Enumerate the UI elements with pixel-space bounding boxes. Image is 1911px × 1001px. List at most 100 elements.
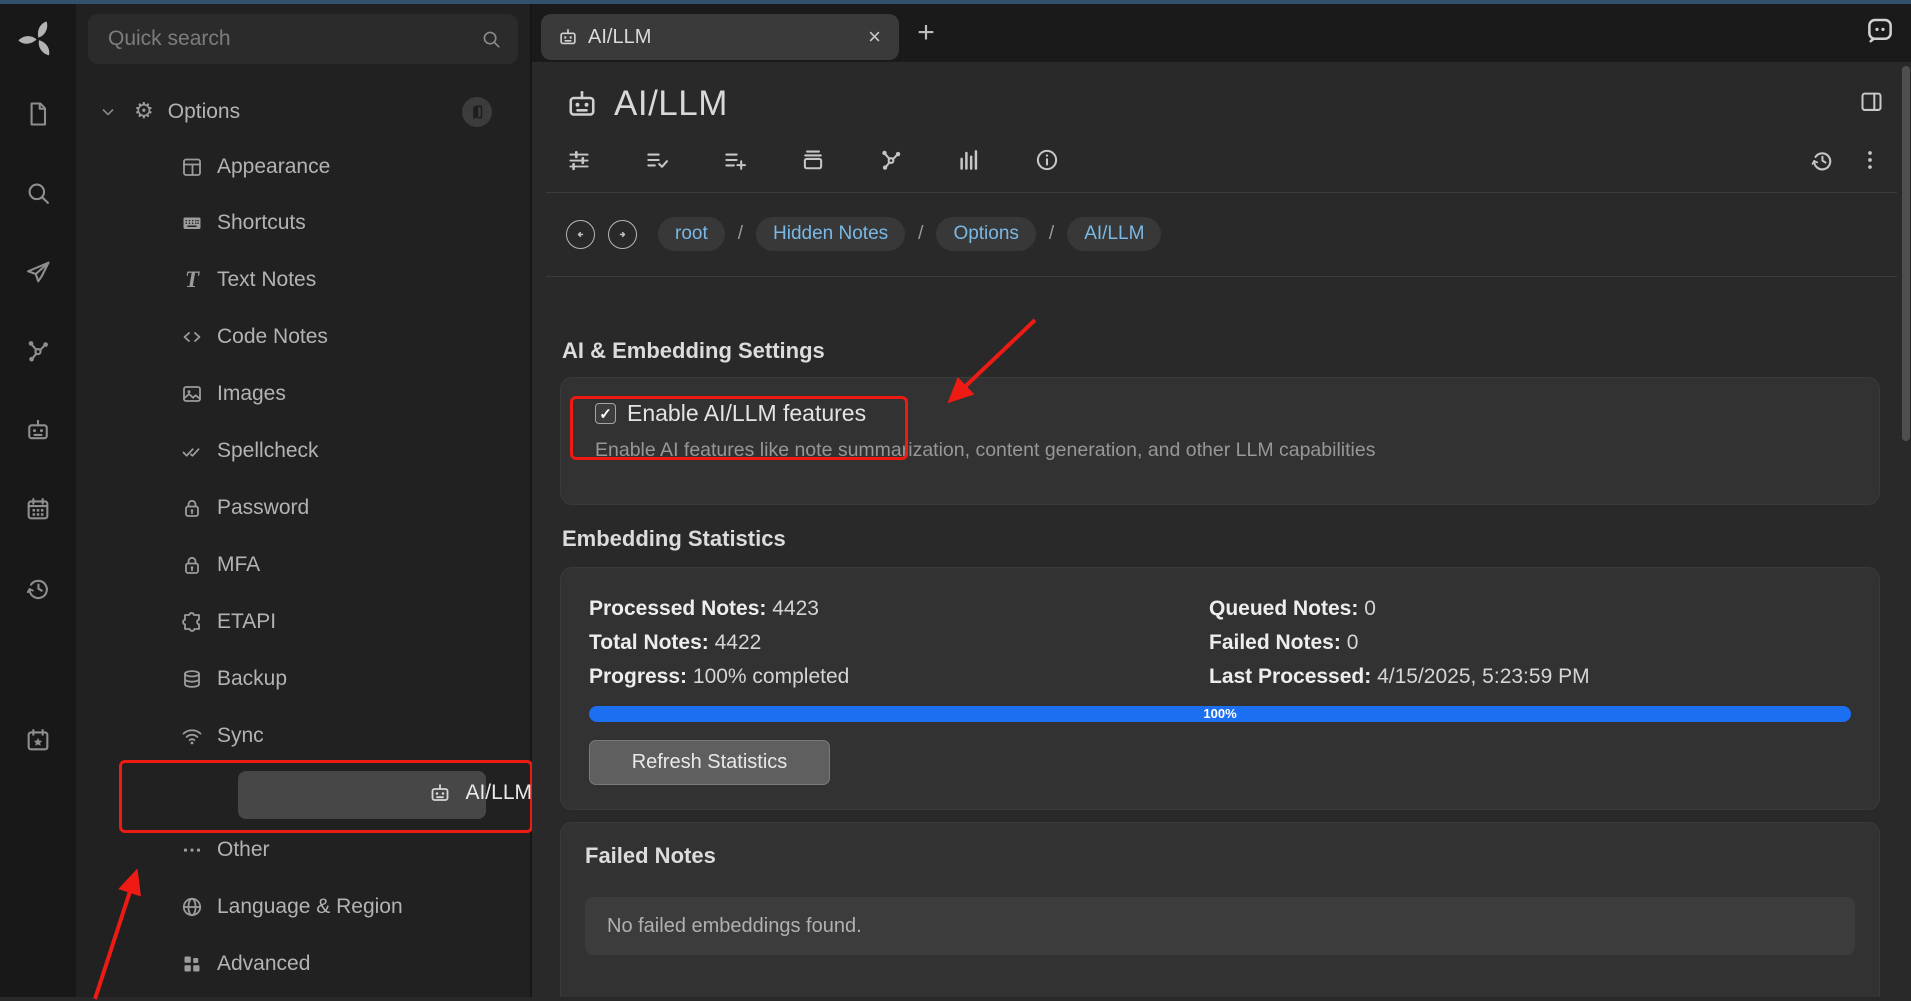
refresh-statistics-button[interactable]: Refresh Statistics: [589, 740, 830, 785]
keyboard-icon: [180, 211, 204, 235]
enable-ai-description: Enable AI features like note summarizati…: [595, 439, 1855, 462]
tree-item-options[interactable]: ⚙ Options: [76, 86, 532, 138]
note-map-icon[interactable]: [878, 147, 904, 173]
chat-icon[interactable]: [1865, 15, 1897, 47]
tree-item-label: MFA: [217, 553, 260, 577]
tree-item-appearance[interactable]: Appearance: [76, 141, 532, 193]
tab-ai-llm[interactable]: AI/LLM ×: [541, 14, 899, 60]
tree-item-sync[interactable]: Sync: [76, 710, 532, 762]
tree-item-ai-llm[interactable]: AI/LLM: [76, 767, 532, 819]
kebab-menu-icon[interactable]: [1857, 147, 1883, 173]
enable-ai-label[interactable]: Enable AI/LLM features: [627, 400, 866, 427]
tree-item-label: Backup: [217, 667, 287, 691]
tree-item-password[interactable]: Password: [76, 482, 532, 534]
section-heading-failed-notes: Failed Notes: [585, 843, 1855, 869]
note-revisions-icon[interactable]: [1809, 147, 1835, 173]
owned-attributes-icon[interactable]: [644, 147, 670, 173]
tree-item-spellcheck[interactable]: Spellcheck: [76, 425, 532, 477]
tree-item-label: Options: [168, 100, 240, 124]
enable-ai-checkbox[interactable]: ✓: [595, 403, 616, 424]
scrollbar-thumb[interactable]: [1902, 66, 1910, 441]
note-title-row: AI/LLM: [564, 84, 728, 124]
tree-item-label: ETAPI: [217, 610, 276, 634]
note-tree-panel: ⚙ Options Appearance Shortcuts T Text No…: [76, 4, 532, 997]
today-note-icon[interactable]: [24, 726, 52, 754]
tree-item-label: Shortcuts: [217, 211, 306, 235]
double-check-icon: [180, 439, 204, 463]
tree-item-mfa[interactable]: MFA: [76, 539, 532, 591]
wifi-icon: [180, 724, 204, 748]
embedding-stats-card: Processed Notes: 4423 Total Notes: 4422 …: [560, 567, 1880, 810]
breadcrumb: root / Hidden Notes / Options / AI/LLM: [566, 210, 1161, 258]
embedding-progress-bar: 100%: [589, 706, 1851, 722]
tree-item-label: Spellcheck: [217, 439, 319, 463]
tree-item-code-notes[interactable]: Code Notes: [76, 311, 532, 363]
search-icon[interactable]: [24, 179, 52, 207]
breadcrumb-root[interactable]: root: [658, 217, 725, 251]
tree-item-shortcuts[interactable]: Shortcuts: [76, 197, 532, 249]
lock-icon: [180, 553, 204, 577]
note-map-icon[interactable]: [24, 337, 52, 365]
tree-item-label: AI/LLM: [465, 781, 532, 805]
tree-item-text-notes[interactable]: T Text Notes: [76, 254, 532, 306]
ai-chat-icon[interactable]: [24, 416, 52, 444]
info-icon[interactable]: [1034, 147, 1060, 173]
breadcrumb-separator: /: [1049, 223, 1054, 245]
ribbon-toolbar: [566, 147, 1060, 173]
gear-icon: ⚙: [134, 101, 154, 123]
layout-icon: [180, 155, 204, 179]
section-heading-ai-settings: AI & Embedding Settings: [562, 338, 825, 364]
inherited-attributes-icon[interactable]: [722, 147, 748, 173]
basic-properties-icon[interactable]: [566, 147, 592, 173]
jump-to-note-icon[interactable]: [24, 258, 52, 286]
breadcrumb-hidden-notes[interactable]: Hidden Notes: [756, 217, 905, 251]
history-forward-icon[interactable]: [608, 220, 637, 249]
quick-search[interactable]: [88, 14, 518, 64]
new-note-icon[interactable]: [24, 100, 52, 128]
tab-bar: AI/LLM × +: [532, 4, 1911, 62]
breadcrumb-ai-llm[interactable]: AI/LLM: [1067, 217, 1161, 251]
note-detail-pane: AI/LLM root / Hidden Notes / Options / A…: [532, 62, 1911, 997]
code-icon: [180, 325, 204, 349]
scrollbar-track[interactable]: [1902, 64, 1910, 994]
tree-item-backup[interactable]: Backup: [76, 653, 532, 705]
recent-changes-icon[interactable]: [24, 574, 52, 602]
calendar-icon[interactable]: [24, 495, 52, 523]
tree-item-label: Images: [217, 382, 286, 406]
tree-item-label: Advanced: [217, 952, 310, 976]
database-icon: [180, 667, 204, 691]
door-open-icon[interactable]: [462, 97, 492, 127]
close-tab-icon[interactable]: ×: [866, 24, 883, 50]
tree-item-images[interactable]: Images: [76, 368, 532, 420]
tree-item-etapi[interactable]: ETAPI: [76, 596, 532, 648]
puzzle-icon: [180, 610, 204, 634]
stat-failed-notes: Failed Notes: 0: [1209, 626, 1851, 660]
tree-item-label: Code Notes: [217, 325, 328, 349]
breadcrumb-options[interactable]: Options: [936, 217, 1035, 251]
tree-item-label: Other: [217, 838, 270, 862]
tree-item-other[interactable]: Other: [76, 824, 532, 876]
stats-grid: Processed Notes: 4423 Total Notes: 4422 …: [589, 592, 1851, 694]
history-back-icon[interactable]: [566, 220, 595, 249]
failed-notes-empty-message: No failed embeddings found.: [607, 915, 862, 938]
tree-item-label: Password: [217, 496, 309, 520]
tree-item-language-region[interactable]: Language & Region: [76, 881, 532, 933]
ai-settings-card: ✓ Enable AI/LLM features Enable AI featu…: [560, 377, 1880, 505]
progress-label: 100%: [589, 706, 1851, 722]
failed-notes-card: Failed Notes No failed embeddings found.: [560, 822, 1880, 997]
failed-notes-empty-box: No failed embeddings found.: [585, 897, 1855, 955]
note-title[interactable]: AI/LLM: [614, 84, 728, 124]
stat-total-notes: Total Notes: 4422: [589, 626, 1209, 660]
quick-search-input[interactable]: [108, 27, 480, 51]
tree-item-advanced[interactable]: Advanced: [76, 938, 532, 990]
globe-icon: [180, 895, 204, 919]
launcher-bar: [0, 4, 76, 997]
toggle-right-pane-icon[interactable]: [1858, 88, 1885, 115]
robot-icon: [428, 781, 452, 805]
new-tab-button[interactable]: +: [909, 17, 943, 51]
search-icon: [480, 28, 502, 50]
divider: [546, 276, 1897, 277]
note-info-chart-icon[interactable]: [956, 147, 982, 173]
collection-properties-icon[interactable]: [800, 147, 826, 173]
chevron-down-icon[interactable]: [98, 102, 118, 122]
